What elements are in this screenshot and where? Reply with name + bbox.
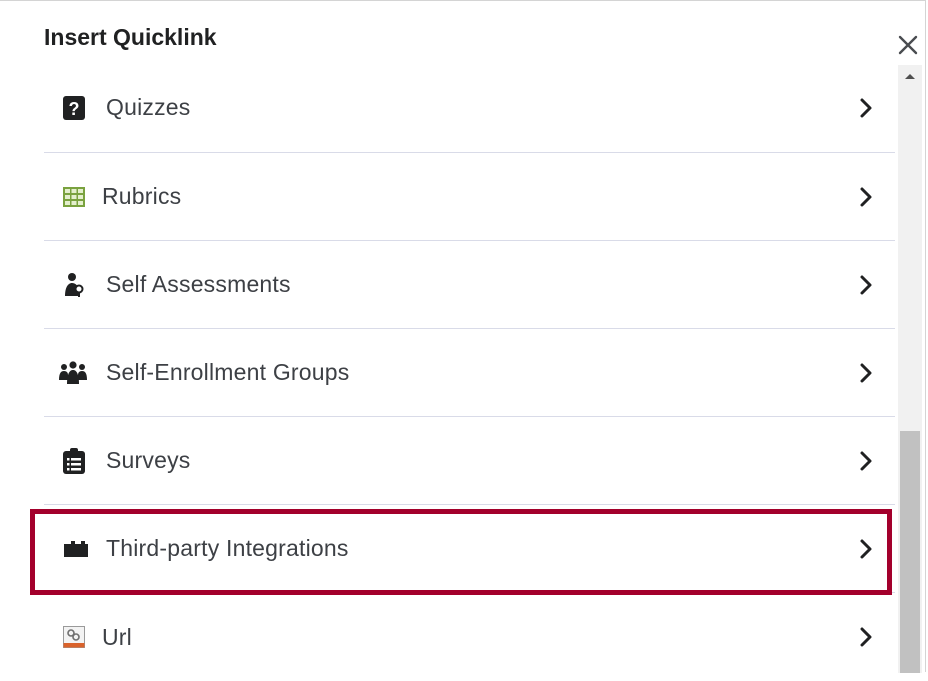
list-item-rubrics[interactable]: Rubrics: [44, 153, 895, 241]
chevron-right-icon: [860, 187, 872, 206]
chevron-right-icon: [860, 98, 872, 117]
list-item-label: Surveys: [106, 447, 191, 473]
list-item-label: Self-Enrollment Groups: [106, 359, 350, 385]
survey-icon: [62, 447, 86, 474]
list-item-url[interactable]: Url: [44, 593, 895, 681]
chevron-right-icon: [860, 363, 872, 382]
scroll-up-arrow-icon[interactable]: [898, 65, 922, 87]
quiz-icon: ?: [62, 95, 86, 120]
groups-icon: [58, 360, 88, 385]
dialog-title: Insert Quicklink: [44, 24, 217, 50]
list-item-quizzes[interactable]: ? Quizzes: [44, 63, 895, 153]
self-assessment-icon: [62, 272, 86, 297]
list-item-label: Quizzes: [106, 94, 191, 120]
quicklink-list: ? Quizzes Rubrics Self Assessments Self-…: [44, 63, 895, 681]
svg-text:?: ?: [69, 99, 80, 119]
scrollbar-thumb[interactable]: [900, 431, 920, 673]
close-icon[interactable]: [894, 31, 922, 59]
puzzle-icon: [62, 537, 90, 561]
rubric-icon: [62, 185, 86, 209]
chevron-right-icon: [860, 539, 872, 558]
list-item-self-enrollment-groups[interactable]: Self-Enrollment Groups: [44, 329, 895, 417]
list-item-label: Self Assessments: [106, 271, 291, 297]
chevron-right-icon: [860, 627, 872, 647]
list-item-third-party-integrations[interactable]: Third-party Integrations: [44, 505, 895, 593]
chevron-right-icon: [860, 451, 872, 470]
url-icon: [62, 625, 86, 649]
insert-quicklink-dialog: Insert Quicklink ? Quizzes Rubrics Self …: [0, 0, 926, 673]
list-item-label: Url: [102, 623, 132, 650]
list-item-label: Third-party Integrations: [106, 535, 349, 561]
list-item-label: Rubrics: [102, 183, 182, 209]
list-item-self-assessments[interactable]: Self Assessments: [44, 241, 895, 329]
chevron-right-icon: [860, 275, 872, 294]
list-item-surveys[interactable]: Surveys: [44, 417, 895, 505]
